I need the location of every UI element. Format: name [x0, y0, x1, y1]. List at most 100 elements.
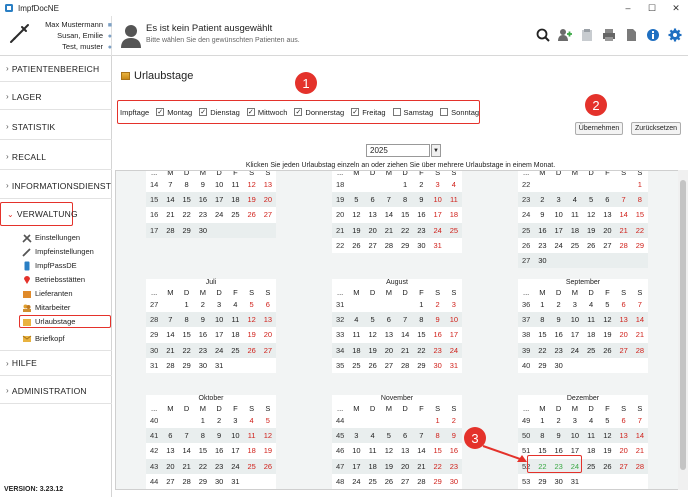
day-cell[interactable]: 28 [631, 342, 648, 358]
sidebar-subitem-impfpassde[interactable]: ImpfPassDE [22, 259, 110, 272]
checkbox-box[interactable]: ✓ [199, 108, 208, 116]
day-cell[interactable]: 13 [397, 443, 413, 458]
day-cell[interactable]: 25 [445, 222, 462, 238]
day-cell[interactable]: 16 [194, 192, 211, 208]
day-cell[interactable]: 14 [381, 207, 397, 222]
clipboard-icon[interactable] [578, 26, 596, 44]
day-cell[interactable]: 1 [179, 297, 195, 312]
day-cell[interactable]: 25 [227, 342, 244, 358]
day-cell[interactable]: 9 [194, 312, 211, 328]
day-cell[interactable]: 24 [227, 458, 244, 474]
day-cell[interactable]: 10 [211, 177, 227, 192]
day-cell[interactable]: 11 [583, 428, 600, 444]
day-cell[interactable]: 18 [348, 342, 365, 358]
day-cell[interactable]: 18 [227, 192, 244, 208]
day-cell[interactable]: 29 [632, 238, 648, 253]
sidebar-item-hilfe[interactable]: › HILFE [0, 350, 112, 376]
day-cell[interactable]: 30 [551, 358, 567, 373]
checkbox-box[interactable]: ✓ [156, 108, 165, 116]
document-icon[interactable] [622, 26, 640, 44]
day-cell[interactable]: 7 [632, 413, 648, 428]
day-cell[interactable]: 1 [534, 297, 550, 312]
day-cell[interactable]: 26 [259, 458, 276, 474]
day-cell[interactable]: 8 [179, 177, 195, 192]
day-cell[interactable]: 12 [583, 207, 599, 222]
day-cell[interactable]: 28 [179, 474, 195, 489]
day-cell[interactable]: 25 [365, 474, 381, 489]
day-cell[interactable]: 3 [211, 297, 227, 312]
day-cell[interactable]: 25 [583, 458, 600, 474]
day-cell[interactable]: 1 [413, 297, 429, 312]
day-cell[interactable]: 9 [413, 192, 430, 208]
day-cell[interactable]: 31 [430, 238, 446, 253]
day-cell[interactable]: 10 [429, 192, 446, 208]
day-cell[interactable]: 4 [583, 297, 599, 312]
day-cell[interactable]: 9 [550, 312, 567, 328]
day-cell[interactable]: 26 [365, 358, 381, 373]
day-cell[interactable]: 24 [211, 342, 228, 358]
day-cell[interactable]: 12 [599, 312, 616, 328]
day-cell[interactable]: 11 [567, 207, 583, 222]
sidebar-subitem-lieferanten[interactable]: Lieferanten [22, 287, 110, 300]
day-cell[interactable]: 9 [534, 207, 550, 222]
checkbox-box[interactable]: ✓ [351, 108, 360, 116]
day-cell[interactable]: 27 [381, 358, 397, 373]
day-cell[interactable]: 7 [615, 192, 632, 208]
day-cell[interactable]: 29 [534, 474, 550, 489]
day-cell[interactable]: 20 [616, 443, 632, 458]
day-cell[interactable]: 20 [162, 458, 179, 474]
day-cell[interactable]: 23 [550, 342, 567, 358]
day-cell[interactable]: 8 [534, 312, 551, 328]
day-cell[interactable]: 13 [260, 177, 276, 192]
day-cell[interactable]: 5 [364, 312, 381, 328]
day-cell[interactable]: 26 [243, 342, 260, 358]
day-cell[interactable]: 16 [534, 222, 551, 238]
day-cell[interactable]: 22 [397, 222, 414, 238]
sidebar-item-informationsdienst[interactable]: › INFORMATIONSDIENST [0, 173, 112, 199]
day-cell[interactable]: 5 [599, 297, 615, 312]
day-cell[interactable]: 6 [364, 192, 381, 208]
day-cell[interactable]: 27 [365, 238, 381, 253]
day-cell[interactable]: 26 [599, 342, 616, 358]
day-cell[interactable]: 31 [227, 474, 243, 489]
day-cell[interactable]: 6 [260, 297, 276, 312]
day-cell[interactable]: 2 [211, 413, 227, 428]
day-cell[interactable]: 18 [446, 207, 462, 222]
day-cell[interactable]: 10 [445, 312, 462, 328]
day-cell[interactable]: 7 [632, 297, 648, 312]
day-cell[interactable]: 4 [583, 413, 599, 428]
day-cell[interactable]: 7 [413, 428, 430, 444]
day-cell[interactable]: 29 [430, 474, 446, 489]
day-cell[interactable]: 26 [381, 474, 397, 489]
day-cell[interactable]: 21 [632, 327, 648, 342]
day-cell[interactable]: 28 [397, 358, 413, 373]
day-cell[interactable]: 22 [194, 458, 211, 474]
day-cell[interactable]: 17 [211, 327, 227, 342]
user-row[interactable]: Test, muster ● [36, 42, 112, 53]
day-cell[interactable]: 9 [429, 312, 446, 328]
day-cell[interactable]: 5 [599, 413, 615, 428]
day-cell[interactable]: 28 [631, 458, 648, 474]
day-cell[interactable]: 7 [162, 177, 178, 192]
day-cell[interactable]: 21 [380, 222, 397, 238]
day-cell[interactable]: 23 [534, 238, 550, 253]
maximize-button[interactable]: ☐ [640, 0, 664, 16]
minimize-button[interactable]: – [616, 0, 640, 16]
day-cell[interactable]: 10 [566, 428, 583, 444]
day-cell[interactable]: 15 [632, 207, 648, 222]
day-cell[interactable]: 8 [397, 192, 414, 208]
day-cell[interactable]: 1 [632, 177, 648, 192]
day-cell[interactable]: 22 [413, 342, 430, 358]
day-cell[interactable]: 15 [397, 207, 413, 222]
day-cell[interactable]: 2 [551, 297, 567, 312]
day-cell[interactable]: 29 [195, 474, 211, 489]
day-cell[interactable]: 7 [178, 428, 195, 444]
day-cell[interactable]: 28 [381, 238, 397, 253]
day-cell[interactable]: 10 [348, 443, 364, 458]
day-cell[interactable]: 20 [259, 192, 276, 208]
sidebar-item-statistik[interactable]: › STATISTIK [0, 114, 112, 140]
day-cell[interactable]: 4 [244, 413, 260, 428]
day-cell[interactable]: 25 [227, 207, 243, 222]
day-cell[interactable]: 21 [162, 207, 178, 222]
day-cell[interactable]: 11 [365, 443, 381, 458]
